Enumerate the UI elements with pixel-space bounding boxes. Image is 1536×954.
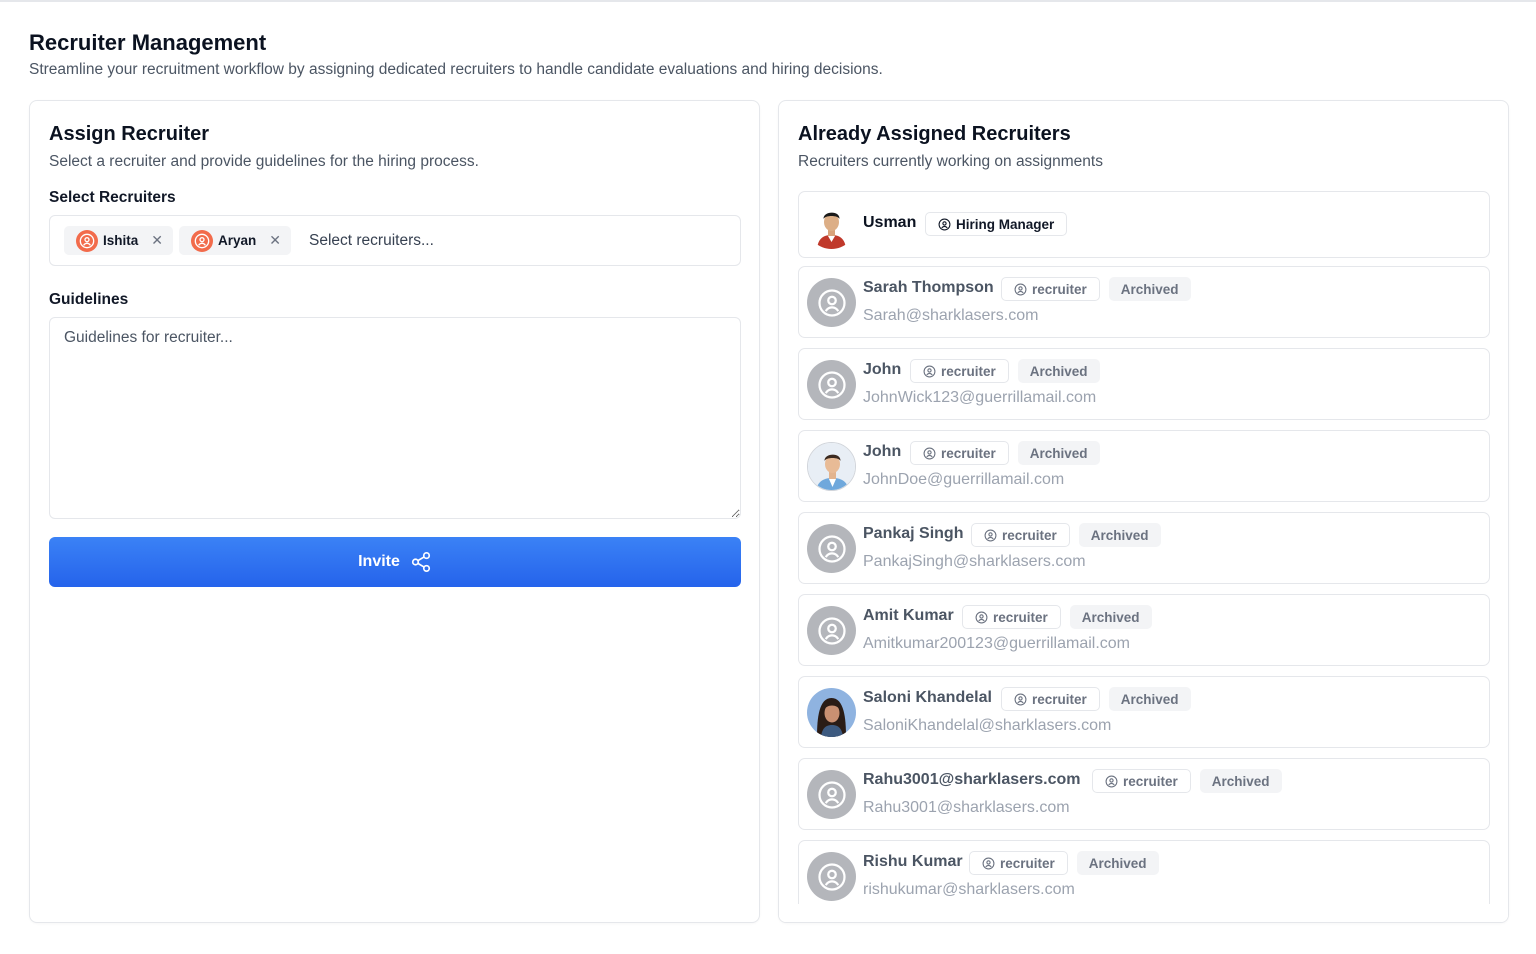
chip-label: Ishita: [103, 233, 139, 248]
recruiter-email: JohnWick123@guerrillamail.com: [863, 389, 1097, 406]
recruiter-name: John: [863, 361, 902, 378]
status-badge: Archived: [1076, 851, 1159, 875]
role-badge: recruiter: [969, 851, 1068, 875]
role-badge: recruiter: [910, 359, 1009, 383]
avatar: [807, 442, 856, 491]
recruiter-badges: recruiter Archived: [969, 851, 1159, 875]
assigned-card-title: Already Assigned Recruiters: [798, 123, 1071, 145]
invite-button-label: Invite: [358, 553, 400, 570]
status-badge: Archived: [1017, 359, 1100, 383]
user-circle-icon: [923, 365, 936, 377]
page-title: Recruiter Management: [29, 30, 267, 55]
close-icon[interactable]: ✕: [269, 232, 281, 249]
user-circle-icon: [938, 218, 951, 230]
default-user-icon: [807, 278, 856, 327]
assign-recruiter-card: Assign Recruiter Select a recruiter and …: [29, 100, 760, 923]
recruiter-name: Sarah Thompson: [863, 279, 994, 296]
select-recruiters-placeholder[interactable]: Select recruiters...: [309, 232, 434, 250]
selected-recruiter-chip: Ishita ✕: [64, 226, 173, 255]
share-icon: [411, 552, 430, 572]
recruiter-name: Rahu3001@sharklasers.com: [863, 771, 1081, 788]
recruiter-name: Usman: [863, 214, 917, 231]
list-item[interactable]: Rahu3001@sharklasers.com recruiter Archi…: [798, 758, 1490, 830]
avatar: [807, 688, 856, 737]
recruiter-name: John: [863, 443, 902, 460]
user-circle-icon: [984, 529, 997, 541]
recruiter-name: Rishu Kumar: [863, 853, 963, 870]
role-badge: recruiter: [1001, 687, 1100, 711]
recruiter-multiselect[interactable]: Ishita ✕ Aryan ✕ Select recruiters...: [49, 215, 741, 266]
recruiter-badges: recruiter Archived: [1092, 769, 1282, 793]
guidelines-label: Guidelines: [49, 291, 129, 308]
recruiter-email: Rahu3001@sharklasers.com: [863, 799, 1070, 816]
user-circle-icon: [1105, 775, 1118, 787]
role-badge: recruiter: [1001, 277, 1100, 301]
list-item[interactable]: Amit Kumar recruiter Archived Amitkumar2…: [798, 594, 1490, 666]
role-badge: recruiter: [1092, 769, 1191, 793]
user-circle-icon: [975, 611, 988, 623]
recruiter-email: PankajSingh@sharklasers.com: [863, 553, 1086, 570]
list-item[interactable]: John recruiter Archived JohnWick123@guer…: [798, 348, 1490, 420]
guidelines-textarea[interactable]: [49, 317, 741, 519]
status-badge: Archived: [1017, 441, 1100, 465]
default-user-icon: [807, 606, 856, 655]
recruiter-badges: recruiter Archived: [1001, 687, 1191, 711]
list-item[interactable]: Usman Hiring Manager: [798, 191, 1490, 258]
recruiter-badges: recruiter Archived: [910, 359, 1100, 383]
recruiter-name: Pankaj Singh: [863, 525, 964, 542]
role-badge: recruiter: [971, 523, 1070, 547]
user-circle-icon: [1014, 283, 1027, 295]
list-item[interactable]: John recruiter Archived JohnDoe@guerrill…: [798, 430, 1490, 502]
recruiter-badges: recruiter Archived: [910, 441, 1100, 465]
user-circle-icon: [982, 857, 995, 869]
list-item[interactable]: Pankaj Singh recruiter Archived PankajSi…: [798, 512, 1490, 584]
status-badge: Archived: [1199, 769, 1282, 793]
default-user-icon: [807, 360, 856, 409]
list-item[interactable]: Rishu Kumar recruiter Archived rishukuma…: [798, 840, 1490, 912]
top-divider: [0, 0, 1536, 2]
status-badge: Archived: [1069, 605, 1152, 629]
role-badge: recruiter: [962, 605, 1061, 629]
recruiter-email: JohnDoe@guerrillamail.com: [863, 471, 1065, 488]
list-item[interactable]: Saloni Khandelal recruiter Archived Salo…: [798, 676, 1490, 748]
recruiter-badges: recruiter Archived: [971, 523, 1161, 547]
recruiter-email: Amitkumar200123@guerrillamail.com: [863, 635, 1131, 652]
recruiter-email: Sarah@sharklasers.com: [863, 307, 1039, 324]
assigned-recruiters-card: Already Assigned Recruiters Recruiters c…: [778, 100, 1509, 923]
assign-card-title: Assign Recruiter: [49, 123, 210, 145]
recruiter-email: SaloniKhandelal@sharklasers.com: [863, 717, 1112, 734]
user-circle-icon: [191, 229, 213, 252]
role-badge: recruiter: [910, 441, 1009, 465]
recruiter-name: Amit Kumar: [863, 607, 954, 624]
default-user-icon: [807, 770, 856, 819]
select-recruiters-label: Select Recruiters: [49, 189, 176, 206]
user-circle-icon: [1014, 693, 1027, 705]
recruiter-name: Saloni Khandelal: [863, 689, 992, 706]
recruiter-badges: recruiter Archived: [1001, 277, 1191, 301]
status-badge: Archived: [1108, 687, 1191, 711]
close-icon[interactable]: ✕: [151, 232, 163, 249]
chip-label: Aryan: [218, 233, 257, 248]
default-user-icon: [807, 852, 856, 901]
assign-card-description: Select a recruiter and provide guideline…: [49, 153, 479, 170]
user-circle-icon: [76, 229, 98, 252]
recruiter-badges: recruiter Archived: [962, 605, 1152, 629]
status-badge: Archived: [1078, 523, 1161, 547]
role-badge: Hiring Manager: [925, 212, 1068, 236]
assigned-card-description: Recruiters currently working on assignme…: [798, 153, 1103, 170]
default-user-icon: [807, 524, 856, 573]
list-item[interactable]: Sarah Thompson recruiter Archived Sarah@…: [798, 266, 1490, 338]
list-scroll-mask: [779, 904, 1508, 922]
recruiter-badges: Hiring Manager: [925, 212, 1068, 236]
selected-recruiter-chip: Aryan ✕: [179, 226, 291, 255]
avatar: [807, 200, 856, 249]
status-badge: Archived: [1108, 277, 1191, 301]
recruiter-email: rishukumar@sharklasers.com: [863, 881, 1075, 898]
user-circle-icon: [923, 447, 936, 459]
page-subtitle: Streamline your recruitment workflow by …: [29, 61, 883, 78]
invite-button[interactable]: Invite: [49, 537, 741, 587]
